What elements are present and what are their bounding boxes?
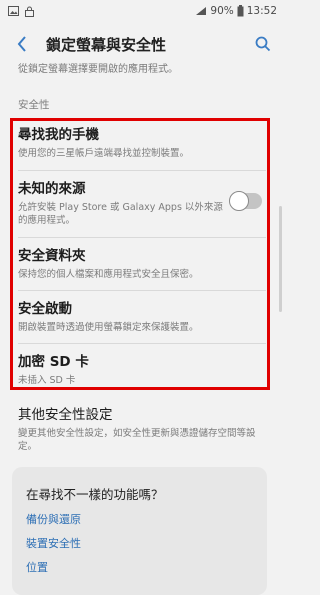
scrollbar[interactable]	[279, 206, 282, 312]
suggestions-title: 在尋找不一樣的功能嗎？	[26, 487, 164, 502]
link-backup-restore[interactable]: 備份與還原	[26, 511, 81, 527]
back-button[interactable]	[8, 30, 36, 58]
other-security-settings-item[interactable]: 其他安全性設定 變更其他安全性設定，如安全性更新與憑證儲存空間等設定。	[18, 406, 268, 453]
notification-icons	[8, 6, 34, 17]
suggestions-card: 在尋找不一樣的功能嗎？ 備份與還原 裝置安全性 位置	[12, 467, 267, 595]
battery-icon	[237, 5, 244, 17]
highlight-box	[10, 118, 270, 390]
signal-icon	[196, 7, 207, 15]
chevron-left-icon	[17, 36, 26, 52]
link-device-security[interactable]: 裝置安全性	[26, 535, 81, 551]
item-subtitle: 變更其他安全性設定，如安全性更新與憑證儲存空間等設定。	[18, 428, 256, 452]
search-button[interactable]	[249, 30, 277, 58]
status-bar: 90% 13:52	[0, 0, 285, 22]
gallery-icon	[8, 6, 19, 16]
system-icons: 90% 13:52	[195, 5, 277, 17]
page-title: 鎖定螢幕與安全性	[46, 35, 167, 54]
item-title: 其他安全性設定	[18, 407, 113, 423]
section-header-security: 安全性	[18, 99, 50, 111]
link-location[interactable]: 位置	[26, 559, 48, 575]
cutoff-description: 從鎖定螢幕選擇要開啟的應用程式。	[18, 64, 178, 75]
battery-percent: 90%	[210, 5, 234, 17]
lock-icon	[25, 6, 34, 17]
search-icon	[255, 36, 271, 52]
clock: 13:52	[246, 5, 277, 17]
